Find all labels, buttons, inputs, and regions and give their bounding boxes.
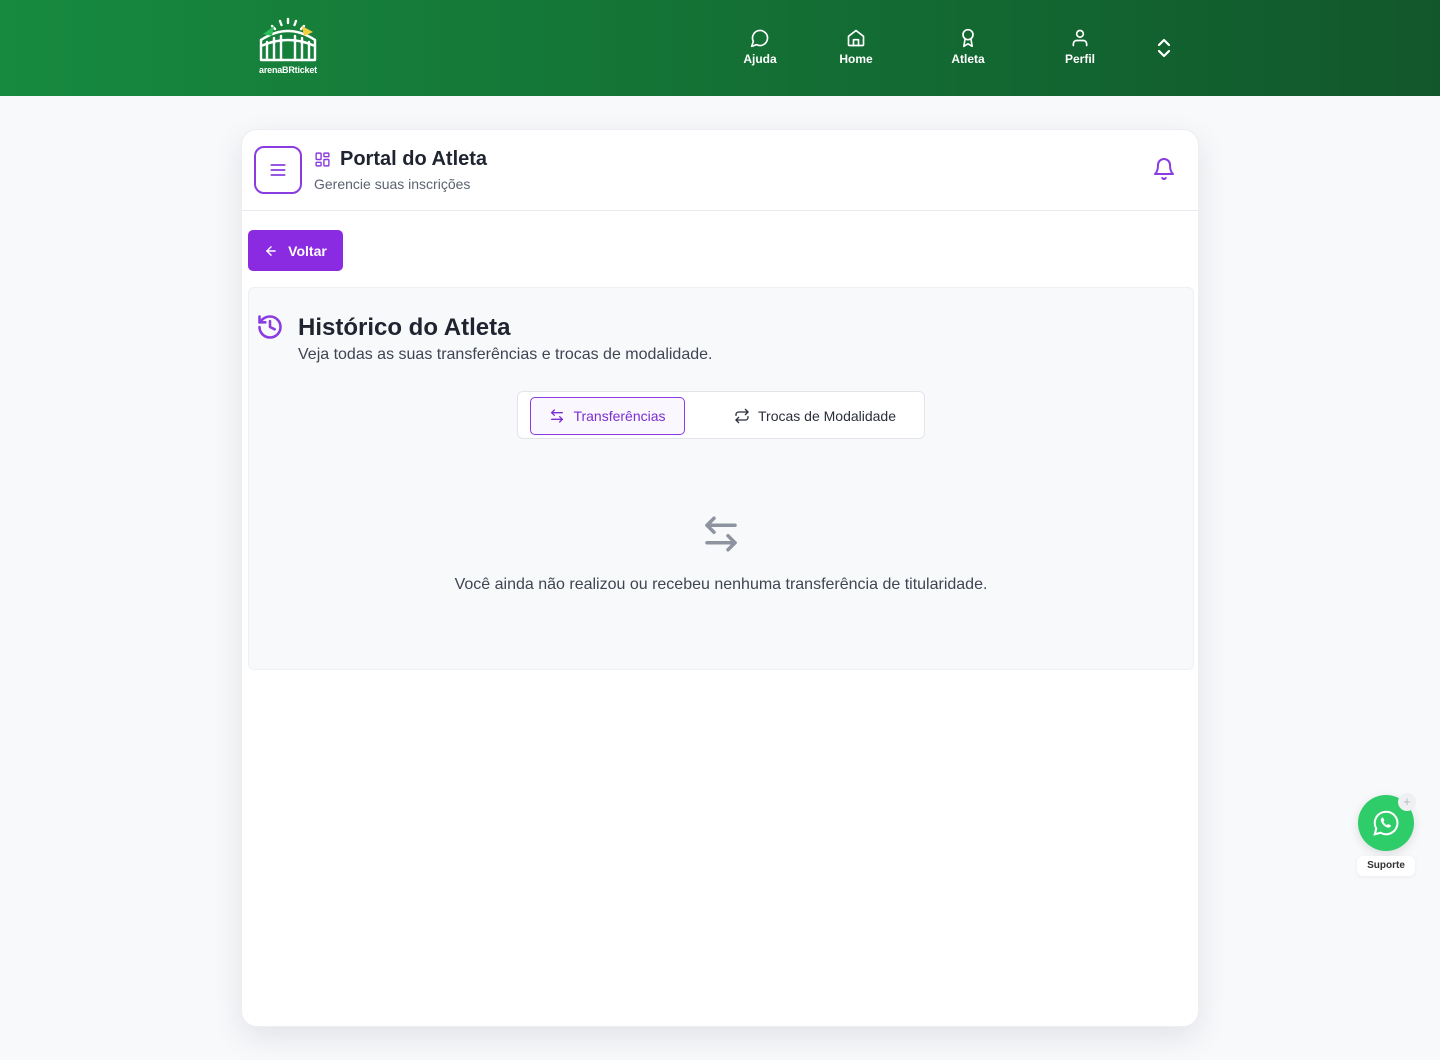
transfer-arrows-icon: [705, 516, 737, 552]
tab-trocas-de-modalidade[interactable]: Trocas de Modalidade: [718, 397, 918, 435]
dashboard-grid-icon: [315, 152, 330, 167]
tab-label: Trocas de Modalidade: [758, 408, 897, 424]
arena-br-ticket-logo[interactable]: arenaBRticket: [254, 16, 322, 76]
medal-icon: [962, 28, 974, 48]
empty-state-message: Você ainda não realizou ou recebeu nenhu…: [454, 576, 988, 593]
transfer-arrows-icon: [551, 409, 564, 423]
tab-transferencias[interactable]: Transferências: [530, 397, 685, 435]
history-tabs: Transferências Trocas de Modalidade: [517, 391, 925, 439]
whatsapp-icon: [1373, 810, 1399, 836]
menu-button[interactable]: [254, 146, 302, 194]
logo-text: arenaBRticket: [259, 65, 317, 75]
chevron-up-down-icon[interactable]: [1153, 36, 1175, 60]
history-subtitle: Veja todas as suas transferências e troc…: [298, 346, 713, 363]
top-navigation-bar: arenaBRticket Ajuda Home Atleta Perfil: [0, 0, 1440, 96]
repeat-icon: [735, 408, 749, 424]
page-subtitle: Gerencie suas inscrições: [314, 176, 471, 192]
home-icon: [847, 29, 865, 47]
hamburger-icon: [270, 164, 286, 176]
portal-header: Portal do Atleta Gerencie suas inscriçõe…: [242, 130, 1198, 211]
tab-label: Transferências: [573, 408, 666, 424]
history-title: Histórico do Atleta: [298, 314, 511, 341]
bell-icon[interactable]: [1152, 157, 1176, 181]
portal-card: Portal do Atleta Gerencie suas inscriçõe…: [241, 129, 1199, 1027]
nav-item-home[interactable]: Home: [816, 28, 896, 66]
history-icon: [258, 315, 282, 339]
stadium-logo-icon: [259, 17, 317, 62]
history-panel: Histórico do Atleta Veja todas as suas t…: [248, 287, 1194, 670]
nav-label: Home: [839, 52, 873, 66]
page-title: Portal do Atleta: [340, 148, 488, 170]
nav-label: Ajuda: [743, 52, 777, 66]
user-icon: [1072, 29, 1088, 47]
arrow-left-icon: [266, 245, 276, 256]
nav-item-atleta[interactable]: Atleta: [928, 28, 1008, 66]
back-button[interactable]: Voltar: [248, 230, 343, 271]
expand-widget-icon[interactable]: +: [1398, 793, 1416, 811]
nav-item-ajuda[interactable]: Ajuda: [720, 28, 800, 66]
chat-icon: [750, 29, 769, 48]
nav-label: Atleta: [951, 52, 985, 66]
nav-label: Perfil: [1064, 52, 1095, 66]
nav-item-perfil[interactable]: Perfil: [1040, 28, 1120, 66]
support-label: Suporte: [1357, 856, 1415, 876]
back-button-label: Voltar: [288, 242, 327, 259]
